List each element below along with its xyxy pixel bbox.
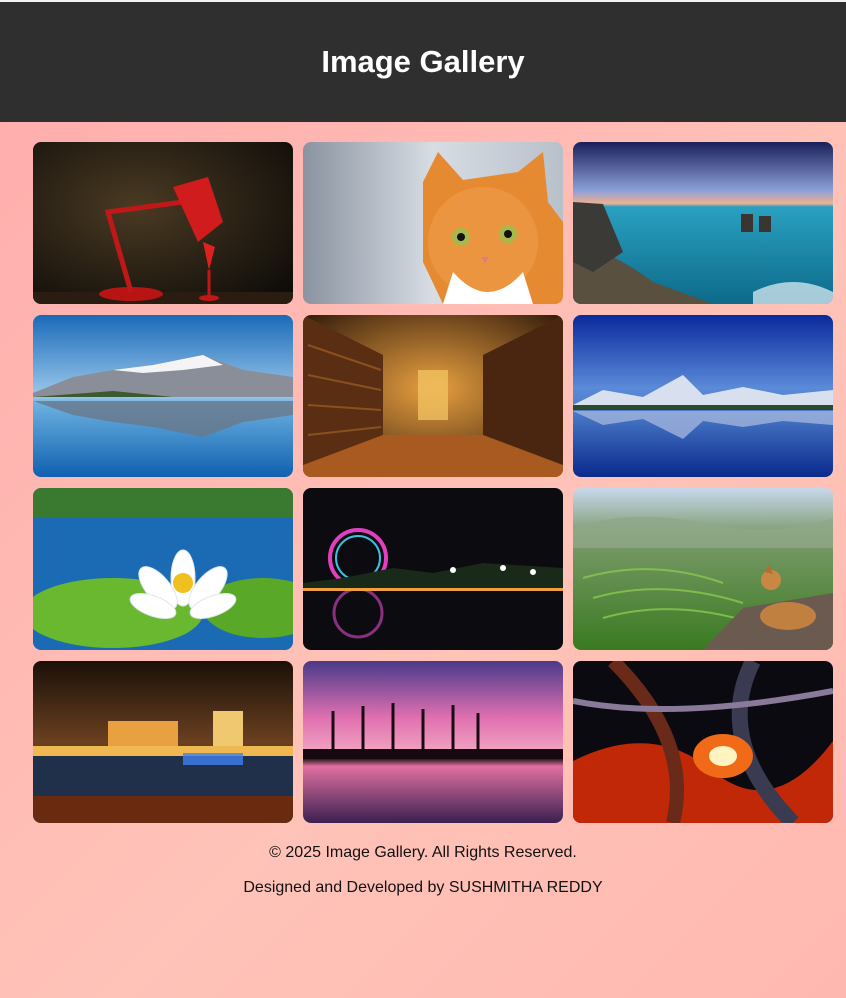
gallery-image-lamp[interactable] (33, 142, 293, 304)
gallery-image-cat[interactable] (303, 142, 563, 304)
credit-text: Designed and Developed by SUSHMITHA REDD… (243, 879, 603, 896)
gallery-image-library[interactable] (303, 315, 563, 477)
gallery-image-mountain-lake[interactable] (33, 315, 293, 477)
gallery-image-ocean[interactable] (573, 142, 833, 304)
gallery-image-water-lily[interactable] (33, 488, 293, 650)
gallery-image-rice-terraces[interactable] (573, 488, 833, 650)
gallery-image-pink-sunset[interactable] (303, 661, 563, 823)
site-header: Image Gallery (0, 2, 846, 122)
gallery-image-city-lights[interactable] (33, 661, 293, 823)
gallery-image-ferris-wheel[interactable] (303, 488, 563, 650)
page-title: Image Gallery (321, 44, 525, 79)
copyright-text: © 2025 Image Gallery. All Rights Reserve… (269, 844, 577, 861)
gallery-grid (0, 122, 846, 823)
site-footer: © 2025 Image Gallery. All Rights Reserve… (0, 823, 846, 897)
gallery-image-abstract-art[interactable] (573, 661, 833, 823)
gallery-image-mountain-reflection[interactable] (573, 315, 833, 477)
